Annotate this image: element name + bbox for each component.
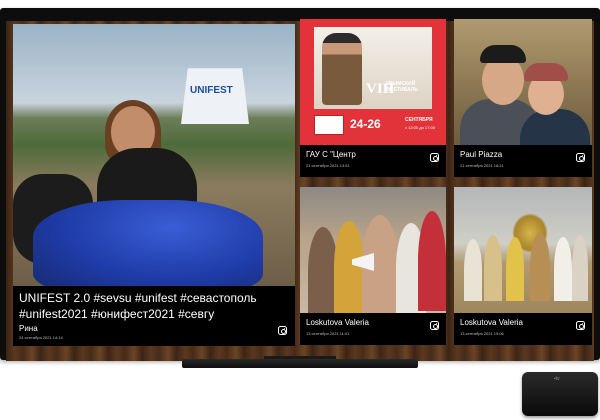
post-card-selfie[interactable]: Paul Piazza 21 сентября 2021 18:21 <box>454 19 592 177</box>
photo-person <box>506 237 524 301</box>
post-text: UNIFEST 2.0 #sevsu #unifest #севастополь… <box>19 291 257 321</box>
photo-person <box>572 235 588 301</box>
post-caption: Paul Piazza 21 сентября 2021 18:21 <box>454 145 592 177</box>
instagram-icon <box>576 153 585 162</box>
post-date: 21 сентября 2021 13:51 <box>306 163 350 168</box>
post-photo-main: UNIFEST <box>13 24 295 286</box>
instagram-icon <box>576 321 585 330</box>
photo-tent-sign: UNIFEST <box>190 85 233 96</box>
photo-person-cap <box>480 45 526 63</box>
post-card-main[interactable]: UNIFEST UNIFEST 2.0 #sevsu #unifest #сев… <box>13 24 295 346</box>
post-photo-group <box>300 187 446 313</box>
post-photo-festival <box>454 187 592 313</box>
post-card-festival[interactable]: Loskutova Valeria 13 сентября 2021 19:06 <box>454 187 592 345</box>
post-author: ГАУ С "Центр <box>306 150 356 159</box>
photo-person <box>464 239 482 301</box>
post-caption: Loskutova Valeria 13 сентября 2021 19:06 <box>454 313 592 345</box>
post-card-group[interactable]: Loskutova Valeria 13 сентября 2021 11:01 <box>300 187 446 345</box>
post-card-poster[interactable]: VIII КРЫМСКИЙ ФЕСТИВАЛЬ 24-26 СЕНТЯБРЯ с… <box>300 19 446 177</box>
post-caption: Loskutova Valeria 13 сентября 2021 11:01 <box>300 313 446 345</box>
post-author: Loskutova Valeria <box>460 318 523 327</box>
post-date: 13 сентября 2021 11:01 <box>306 331 350 336</box>
apple-tv-logo-icon: ▪tv <box>554 376 560 382</box>
tv-stand-base <box>182 359 418 368</box>
photo-person <box>554 237 572 301</box>
photo-beanbag <box>33 200 263 286</box>
post-photo-poster: VIII КРЫМСКИЙ ФЕСТИВАЛЬ 24-26 СЕНТЯБРЯ с… <box>300 19 446 145</box>
poster-time: с 12:00 до 17:00 <box>405 125 435 130</box>
photo-person <box>484 235 502 301</box>
photo-person <box>530 233 550 301</box>
post-date: 21 сентября 2021 18:21 <box>460 163 504 168</box>
apple-tv-box: ▪tv <box>522 372 598 416</box>
post-photo-selfie <box>454 19 592 145</box>
post-date: 24 сентября 2021 14:14 <box>19 335 63 340</box>
post-date: 13 сентября 2021 19:06 <box>460 331 504 336</box>
instagram-icon <box>278 326 287 335</box>
post-author: Рина <box>19 324 38 333</box>
post-author: Paul Piazza <box>460 150 503 159</box>
poster-title: КРЫМСКИЙ ФЕСТИВАЛЬ <box>386 81 418 93</box>
instagram-icon <box>430 153 439 162</box>
poster-month: СЕНТЯБРЯ <box>405 117 433 123</box>
poster-figure <box>322 33 362 105</box>
post-caption-main: UNIFEST 2.0 #sevsu #unifest #севастополь… <box>13 286 295 346</box>
photo-person-hat <box>524 63 568 81</box>
photo-person <box>418 211 446 311</box>
post-author: Loskutova Valeria <box>306 318 369 327</box>
poster-badge <box>314 115 344 135</box>
poster-dates: 24-26 <box>350 117 381 131</box>
post-caption: ГАУ С "Центр 21 сентября 2021 13:51 <box>300 145 446 177</box>
instagram-icon <box>430 321 439 330</box>
photo-person <box>334 221 364 313</box>
